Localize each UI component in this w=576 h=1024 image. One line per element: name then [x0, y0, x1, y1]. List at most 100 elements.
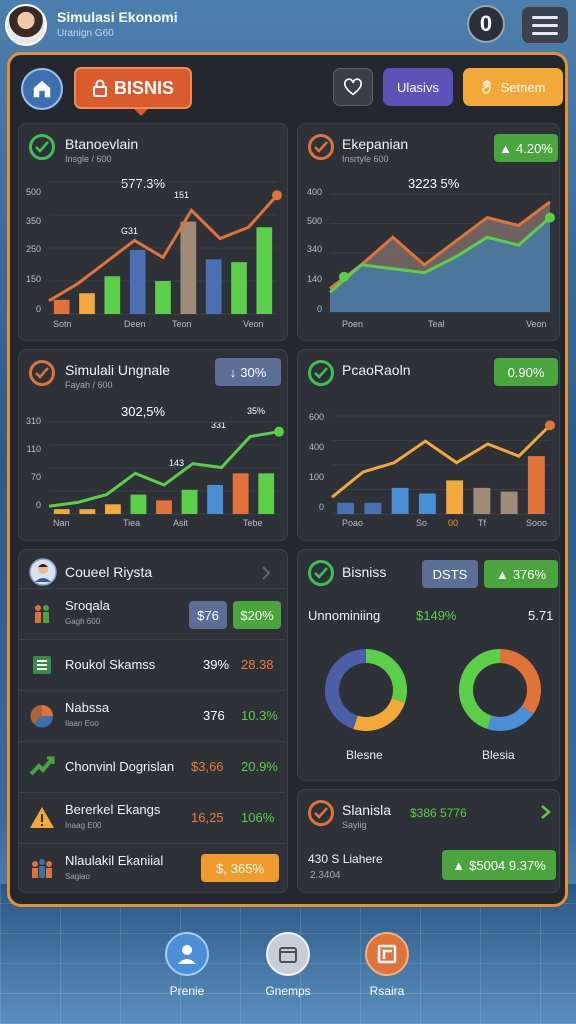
arrow-up-icon: ▲	[452, 857, 466, 873]
people-icon	[35, 605, 49, 623]
donut-slice	[487, 705, 534, 731]
favorite-button[interactable]	[333, 68, 373, 106]
card-btanoevlain[interactable]: Btanoevlain Insgle / 600 577.3% 500 350 …	[18, 123, 288, 341]
dsts-badge[interactable]: DSTS	[422, 560, 478, 588]
donut-slice	[459, 649, 501, 729]
card-value: $386 5776	[410, 806, 467, 820]
chart-peak-label: 3223 5%	[408, 176, 460, 191]
x-tick: Teal	[428, 319, 445, 329]
trend-arrow-icon	[29, 756, 55, 776]
y-tick: 400	[308, 442, 324, 452]
row-title: Nlaulakil Ekaniial	[65, 853, 164, 868]
donut-slice	[499, 649, 541, 715]
list-item[interactable]: Chonvinl Dogrislan $3,66 20.9%	[19, 741, 285, 791]
tab-bisnis-label: BISNIS	[113, 77, 174, 98]
summary-percent: $149%	[416, 608, 457, 623]
card-coueel-riysta: Coueel Riysta Sroqala Gagh 600 $76 $20% …	[18, 549, 288, 893]
list-item[interactable]: Nlaulakil Ekaniial Sagiao $, 365%	[19, 843, 285, 892]
growth-badge: ▲ 376%	[484, 560, 558, 588]
x-tick: So	[416, 518, 428, 528]
check-icon	[29, 134, 55, 160]
chart-point	[545, 212, 555, 223]
chevron-right-icon[interactable]	[261, 566, 271, 580]
row-change-badge: $, 365%	[201, 854, 279, 882]
row-subtitle: Gagh 600	[65, 617, 101, 626]
chart-bar	[79, 293, 95, 314]
card-title: Btanoevlain	[65, 136, 139, 152]
user-avatar[interactable]	[5, 4, 47, 46]
home-button[interactable]	[21, 68, 63, 110]
row-subtitle: Sagiao	[65, 872, 90, 881]
list-item[interactable]: Nabssa Ilaan Eoo 376 10.3%	[19, 690, 285, 740]
menu-button[interactable]	[521, 6, 569, 44]
value-badge: ▲ $5004 9.37%	[442, 850, 556, 880]
nav-rsaira[interactable]: Rsaira	[352, 932, 422, 998]
list-item[interactable]: Roukol Skamss 39% 28.38	[19, 639, 285, 689]
card-pcaoraoln[interactable]: PcaoRaoln 0.90% 600 400 100 0 Poao So 00…	[297, 349, 560, 541]
x-tick: Sotn	[53, 319, 72, 329]
y-tick: 70	[30, 472, 41, 482]
y-tick: 140	[306, 274, 322, 284]
chart-bar	[130, 494, 147, 514]
folder-icon	[266, 932, 310, 976]
nav-label: Rsaira	[369, 984, 405, 998]
card-title: Ekepanian	[342, 136, 409, 152]
chart-bar	[156, 500, 172, 514]
y-tick: 100	[308, 472, 324, 482]
y-tick: 0	[316, 304, 322, 314]
user-icon	[165, 932, 209, 976]
nav-profile[interactable]: Prenie	[152, 932, 222, 998]
card-simulali-ungnale[interactable]: Simulali Ungnale Fayah / 600 ↓ 30% 302,5%…	[18, 349, 288, 541]
x-tick: Tebe	[243, 518, 263, 528]
row-change: 10.3%	[241, 708, 278, 723]
chart-point	[272, 190, 282, 201]
detail-line-sub: 2.3404	[310, 870, 341, 881]
bar-chart	[48, 421, 284, 515]
card-title: Simulali Ungnale	[65, 362, 171, 378]
chart-bar	[79, 509, 96, 514]
x-tick: Tf	[478, 518, 486, 528]
chart-bar	[231, 262, 247, 314]
donut-label: Blesne	[346, 748, 383, 762]
row-value: 39%	[203, 657, 230, 672]
menu-icon	[532, 15, 558, 19]
chart-point	[339, 271, 349, 282]
card-ekepanian[interactable]: Ekepanian Insrtyle 600 ▲ 4.20% 3223 5% 40…	[297, 123, 560, 341]
x-tick: Asit	[173, 518, 189, 528]
x-tick: Poao	[342, 518, 364, 528]
chart-bar	[232, 473, 249, 514]
arrow-up-icon: ▲	[495, 566, 509, 582]
row-title: Nabssa	[65, 700, 110, 715]
chart-bar	[500, 491, 518, 514]
nav-label: Prenie	[169, 984, 205, 998]
chart-bar	[180, 221, 197, 314]
chart-bar	[104, 504, 121, 514]
row-value: $3,66	[191, 759, 224, 774]
card-bisniss[interactable]: Bisniss DSTS ▲ 376% Unnominiing $149% 5.7…	[297, 549, 560, 781]
ulasivs-button[interactable]: Ulasivs	[383, 68, 453, 106]
x-tick: Veon	[243, 319, 264, 329]
row-title: Roukol Skamss	[65, 657, 156, 672]
list-item[interactable]: Sroqala Gagh 600 $76 $20%	[19, 588, 285, 638]
check-icon	[308, 800, 334, 826]
tab-bisnis[interactable]: BISNIS	[74, 67, 192, 116]
chart-bar	[337, 502, 355, 514]
settings-button[interactable]: Setnem	[463, 68, 563, 106]
pie-chart-icon	[30, 704, 54, 728]
chart-peak-label: 302,5%	[121, 404, 166, 419]
list-item[interactable]: Bererkel Ekangs Inaag E00 16,25 106%	[19, 792, 285, 842]
y-tick: 0	[35, 304, 41, 314]
chevron-right-icon[interactable]	[540, 804, 552, 820]
chart-bar	[256, 227, 273, 314]
y-tick: 600	[308, 412, 324, 422]
y-tick: 500	[306, 216, 322, 226]
heart-icon	[344, 78, 362, 96]
card-slanisla[interactable]: Slanisla Sayiig $386 5776 430 S Liahere …	[297, 789, 560, 893]
y-tick: 500	[25, 187, 41, 197]
chart-bar	[205, 259, 222, 314]
summary-value: 5.71	[528, 608, 554, 623]
app-subtitle: Uranign G60	[57, 28, 114, 39]
coin-counter[interactable]: 0	[467, 5, 505, 43]
chart-bar	[207, 484, 224, 514]
nav-games[interactable]: Gnemps	[253, 932, 323, 998]
